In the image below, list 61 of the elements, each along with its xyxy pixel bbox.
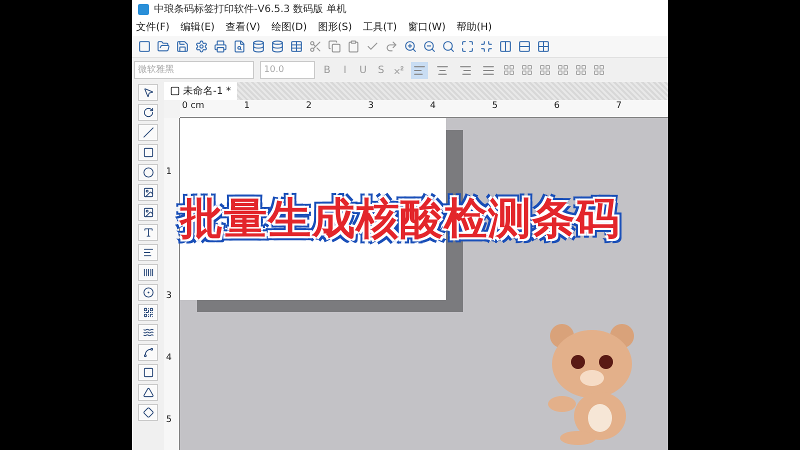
ruler-label: 4 xyxy=(166,354,172,363)
search-icon[interactable] xyxy=(442,40,455,53)
fit-icon[interactable] xyxy=(461,40,474,53)
app-icon xyxy=(138,4,149,14)
menu-item[interactable]: 文件(F) xyxy=(136,20,170,34)
text-icon[interactable] xyxy=(138,224,158,241)
ruler-label: 4 xyxy=(430,102,436,111)
settings-icon[interactable] xyxy=(195,40,208,53)
clipboard-icon[interactable] xyxy=(347,40,360,53)
table-icon[interactable] xyxy=(290,40,303,53)
curve-icon[interactable] xyxy=(138,324,158,341)
polygon-icon[interactable] xyxy=(138,364,158,381)
ruler-label: 7 xyxy=(616,102,622,111)
copy-icon[interactable] xyxy=(328,40,341,53)
folder-icon[interactable] xyxy=(157,40,170,53)
align-left-icon[interactable] xyxy=(411,62,428,78)
menu-item[interactable]: 查看(V) xyxy=(226,20,260,34)
ruler-label: 2 xyxy=(306,102,312,111)
zoom-out-icon[interactable] xyxy=(423,40,436,53)
rotate-icon[interactable] xyxy=(138,104,158,121)
window-icon[interactable] xyxy=(138,40,151,53)
database-icon[interactable] xyxy=(252,40,265,53)
window-title: 中琅条码标签打印软件-V6.5.3 数码版 单机 xyxy=(154,2,346,16)
ruler-label: 5 xyxy=(492,102,498,111)
rounded-rectangle-icon[interactable] xyxy=(138,144,158,161)
document-icon xyxy=(170,86,180,96)
zoom-in-icon[interactable] xyxy=(404,40,417,53)
image-icon[interactable] xyxy=(138,184,158,201)
printer-icon[interactable] xyxy=(214,40,227,53)
menu-item[interactable]: 编辑(E) xyxy=(180,20,215,34)
columns-icon[interactable] xyxy=(499,40,512,53)
font-size-field[interactable]: 10.0 xyxy=(260,61,315,79)
grid-icon[interactable] xyxy=(537,40,550,53)
image-icon[interactable] xyxy=(138,204,158,221)
ruler-label: 3 xyxy=(368,102,374,111)
qr-code-icon[interactable] xyxy=(138,304,158,321)
ruler-label: 5 xyxy=(166,416,172,425)
print-preview-icon[interactable] xyxy=(233,40,246,53)
ruler-label: 3 xyxy=(166,292,172,301)
rows-icon[interactable] xyxy=(518,40,531,53)
save-icon[interactable] xyxy=(176,40,189,53)
shrink-icon[interactable] xyxy=(480,40,493,53)
menu-item[interactable]: 工具(T) xyxy=(363,20,397,34)
video-caption: 批量生成核酸检测条码 xyxy=(180,193,620,246)
font-field[interactable]: 微软雅黑 xyxy=(134,61,254,79)
menu-item[interactable]: 图形(S) xyxy=(318,20,352,34)
database-icon[interactable] xyxy=(271,40,284,53)
redo-icon[interactable] xyxy=(385,40,398,53)
pointer-icon[interactable] xyxy=(138,84,158,101)
barcode-icon[interactable] xyxy=(138,264,158,281)
scissors-icon[interactable] xyxy=(309,40,322,53)
menu-item[interactable]: 帮助(H) xyxy=(456,20,492,34)
ruler-label: 6 xyxy=(554,102,560,111)
menu-item[interactable]: 窗口(W) xyxy=(408,20,446,34)
menu-item[interactable]: 绘图(D) xyxy=(271,20,307,34)
ruler-label: 0 cm xyxy=(182,102,204,111)
ruler-label: 1 xyxy=(244,102,250,111)
arc-icon[interactable] xyxy=(138,344,158,361)
paragraph-icon[interactable] xyxy=(138,244,158,261)
document-tab[interactable]: 未命名-1 * xyxy=(164,82,237,100)
ruler-label: 1 xyxy=(166,168,172,177)
